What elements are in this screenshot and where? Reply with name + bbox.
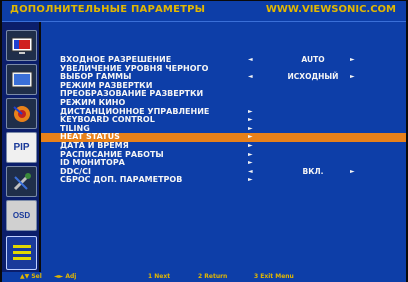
arrow-right-icon[interactable]: ► <box>350 73 355 82</box>
arrow-right-icon[interactable]: ► <box>350 56 355 65</box>
footer-return-hint: 2 Return <box>198 273 228 280</box>
arrow-left-icon[interactable]: ◄ <box>248 168 253 177</box>
settings-list: ВХОДНОЕ РАЗРЕШЕНИЕ ◄ AUTO ► УВЕЛИЧЕНИЕ УРОВН… <box>41 55 406 185</box>
menu-item[interactable]: KEYBOARD CONTROL ► <box>41 116 406 125</box>
audio-icon[interactable] <box>6 98 37 129</box>
arrow-left-icon[interactable]: ► <box>248 142 253 151</box>
footer-exit-hint: 3 Exit Menu <box>254 273 294 280</box>
menu-item-value: ВКЛ. <box>302 166 324 176</box>
menu-item[interactable]: СБРОС ДОП. ПАРАМЕТРОВ ► <box>41 176 406 185</box>
list-icon[interactable] <box>6 236 37 270</box>
monitor-icon[interactable] <box>6 30 37 61</box>
osd-sidebar: PIP OSD <box>2 22 39 272</box>
osd-icon[interactable]: OSD <box>6 200 37 231</box>
arrow-left-icon[interactable]: ► <box>248 159 253 168</box>
arrow-left-icon[interactable]: ► <box>248 116 253 125</box>
menu-item-label: СБРОС ДОП. ПАРАМЕТРОВ <box>60 175 183 185</box>
menu-item-value: AUTO <box>301 55 325 64</box>
arrow-left-icon[interactable]: ► <box>248 151 253 160</box>
menu-item[interactable]: ID МОНИТОРА ► <box>41 159 406 168</box>
osd-header: ДОПОЛНИТЕЛЬНЫЕ ПАРАМЕТРЫ WWW.VIEWSONIC.C… <box>2 1 406 22</box>
footer-adj-hint: ◄► Adj <box>54 273 77 280</box>
arrow-right-icon[interactable]: ► <box>350 168 355 177</box>
pip-icon-label: PIP <box>13 142 30 153</box>
arrow-left-icon[interactable]: ◄ <box>248 73 253 82</box>
menu-title: ДОПОЛНИТЕЛЬНЫЕ ПАРАМЕТРЫ <box>10 4 206 15</box>
arrow-left-icon[interactable]: ► <box>248 125 253 134</box>
pip-icon[interactable]: PIP <box>6 132 37 163</box>
footer-next-hint: 1 Next <box>148 273 171 280</box>
osd-icon-label: OSD <box>12 211 31 220</box>
arrow-left-icon[interactable]: ► <box>248 133 253 142</box>
arrow-left-icon[interactable]: ► <box>248 108 253 117</box>
arrow-left-icon[interactable]: ◄ <box>248 56 253 65</box>
brand-url: WWW.VIEWSONIC.COM <box>265 4 396 15</box>
tools-icon[interactable] <box>6 166 37 197</box>
osd-window: ДОПОЛНИТЕЛЬНЫЕ ПАРАМЕТРЫ WWW.VIEWSONIC.C… <box>0 0 408 282</box>
osd-footer: ▲▼ Sel ◄► Adj 1 Next 2 Return 3 Exit Men… <box>2 272 406 282</box>
screen-icon[interactable] <box>6 64 37 95</box>
menu-item-value: ИСХОДНЫЙ <box>287 72 339 82</box>
footer-sel-hint: ▲▼ Sel <box>20 273 42 280</box>
arrow-left-icon[interactable]: ► <box>248 176 253 185</box>
menu-panel: ВХОДНОЕ РАЗРЕШЕНИЕ ◄ AUTO ► УВЕЛИЧЕНИЕ УРОВН… <box>41 22 406 272</box>
